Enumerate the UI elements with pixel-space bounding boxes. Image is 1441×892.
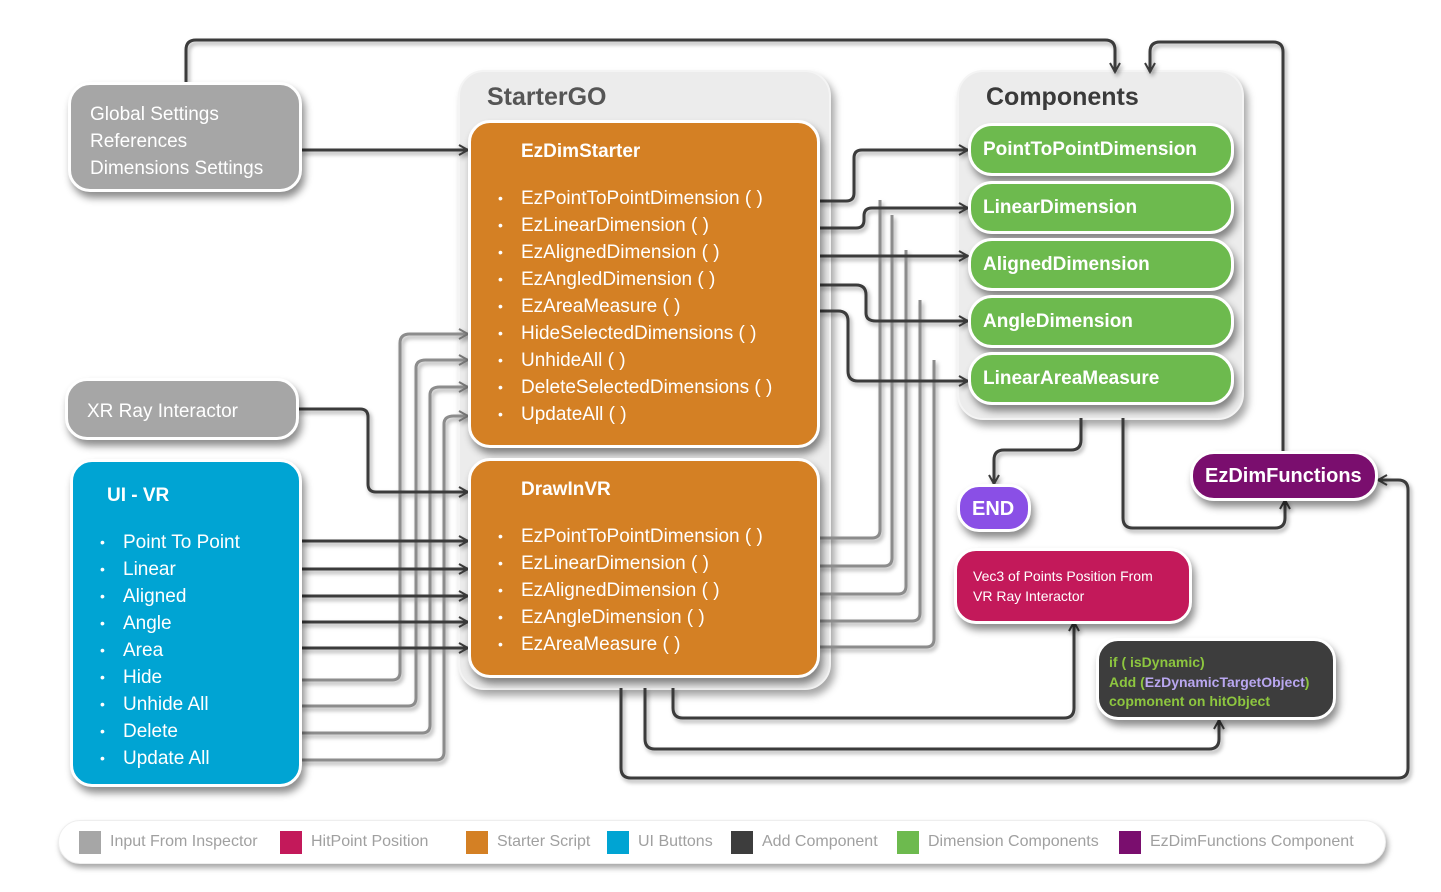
add-component-line-3: copmonent on hitObject	[1109, 693, 1270, 709]
legend-swatch-dimension	[897, 830, 919, 854]
ui-button-linear[interactable]: Linear	[73, 556, 299, 583]
hitpoint-line-1: Vec3 of Points Position From	[973, 568, 1153, 584]
wire-delete	[300, 387, 468, 735]
add-component-line-2: Add (EzDynamicTargetObject)	[1109, 673, 1333, 693]
add-component-box: if ( isDynamic) Add (EzDynamicTargetObje…	[1096, 638, 1336, 720]
legend-swatch-functions	[1119, 830, 1141, 854]
ui-button-delete[interactable]: Delete	[73, 718, 299, 745]
method-vr-point-to-point: EzPointToPointDimension ( )	[471, 523, 817, 550]
starter-go-title: StarterGO	[487, 83, 607, 111]
component-angle-label: AngleDimension	[983, 311, 1133, 332]
method-vr-aligned: EzAlignedDimension ( )	[471, 577, 817, 604]
dimensions-settings-label: Dimensions Settings	[90, 158, 264, 179]
legend-label-functions: EzDimFunctions Component	[1150, 833, 1354, 850]
xr-ray-interactor-label: XR Ray Interactor	[87, 401, 238, 422]
ez-dim-starter-title: EzDimStarter	[521, 141, 641, 162]
wire-components-end	[994, 418, 1083, 484]
method-vr-area: EzAreaMeasure ( )	[471, 631, 817, 658]
legend-item-hitpoint: HitPoint Position	[280, 830, 428, 854]
component-linear-area: LinearAreaMeasure	[968, 352, 1234, 405]
references-label: References	[90, 131, 188, 152]
method-ez-point-to-point: EzPointToPointDimension ( )	[471, 185, 817, 212]
method-ez-angled: EzAngledDimension ( )	[471, 266, 817, 293]
ez-dim-starter-methods: EzPointToPointDimension ( ) EzLinearDime…	[471, 185, 817, 428]
legend-item-add-component: Add Component	[731, 830, 878, 854]
component-point-to-point: PointToPointDimension	[968, 123, 1234, 176]
method-ez-linear: EzLinearDimension ( )	[471, 212, 817, 239]
wire-xr-drawvr	[297, 407, 468, 492]
components-title: Components	[986, 83, 1139, 111]
legend-label-dimension: Dimension Components	[928, 833, 1099, 850]
legend-label-ui: UI Buttons	[638, 833, 713, 850]
draw-in-vr-title: DrawInVR	[521, 479, 611, 500]
ui-vr-button-list: Point To Point Linear Aligned Angle Area…	[73, 529, 299, 772]
legend: Input From Inspector HitPoint Position S…	[58, 820, 1386, 864]
component-linear-label: LinearDimension	[983, 197, 1138, 218]
wire-drawvr-4	[818, 300, 922, 623]
wire-hide	[300, 334, 468, 682]
end-node: END	[957, 484, 1031, 532]
component-linear-area-label: LinearAreaMeasure	[983, 368, 1160, 389]
ui-button-area[interactable]: Area	[73, 637, 299, 664]
legend-label-starter: Starter Script	[497, 833, 591, 850]
wire-starter-linear	[818, 208, 968, 230]
legend-item-input: Input From Inspector	[79, 830, 258, 854]
global-settings-label: Global Settings	[90, 104, 219, 125]
draw-in-vr-methods: EzPointToPointDimension ( ) EzLinearDime…	[471, 523, 817, 658]
ez-dim-functions-node: EzDimFunctions	[1190, 451, 1378, 501]
legend-label-input: Input From Inspector	[110, 833, 258, 850]
method-delete-selected: DeleteSelectedDimensions ( )	[471, 374, 817, 401]
hitpoint-position-box: Vec3 of Points Position From VR Ray Inte…	[954, 548, 1192, 624]
wire-drawvr-5	[818, 360, 936, 649]
component-aligned-label: AlignedDimension	[983, 254, 1150, 275]
legend-item-starter: Starter Script	[466, 830, 590, 854]
component-linear: LinearDimension	[968, 181, 1234, 234]
ez-dynamic-target-object: EzDynamicTargetObject	[1144, 673, 1305, 690]
ui-button-angle[interactable]: Angle	[73, 610, 299, 637]
legend-swatch-input	[79, 830, 101, 854]
ez-dim-functions-label: EzDimFunctions	[1205, 465, 1362, 487]
ui-button-unhide-all[interactable]: Unhide All	[73, 691, 299, 718]
wire-update	[300, 416, 468, 762]
legend-item-functions: EzDimFunctions Component	[1119, 830, 1354, 854]
legend-swatch-add-component	[731, 830, 753, 854]
component-aligned: AlignedDimension	[968, 238, 1234, 291]
component-point-to-point-label: PointToPointDimension	[983, 139, 1197, 160]
ui-button-aligned[interactable]: Aligned	[73, 583, 299, 610]
ui-button-update-all[interactable]: Update All	[73, 745, 299, 772]
legend-label-hitpoint: HitPoint Position	[311, 833, 429, 850]
method-hide-selected: HideSelectedDimensions ( )	[471, 320, 817, 347]
ui-vr-box: UI - VR Point To Point Linear Aligned An…	[70, 459, 302, 787]
ui-button-point-to-point[interactable]: Point To Point	[73, 529, 299, 556]
wire-starter-ptp	[818, 150, 968, 203]
method-vr-linear: EzLinearDimension ( )	[471, 550, 817, 577]
wire-starter-angle	[818, 283, 968, 321]
hitpoint-line-2: VR Ray Interactor	[973, 588, 1085, 604]
ui-vr-title: UI - VR	[107, 485, 170, 506]
method-ez-area: EzAreaMeasure ( )	[471, 293, 817, 320]
legend-swatch-ui	[607, 830, 629, 854]
legend-label-add-component: Add Component	[762, 833, 878, 850]
method-ez-aligned: EzAlignedDimension ( )	[471, 239, 817, 266]
add-suffix: )	[1304, 673, 1310, 690]
ez-dim-starter-box: EzDimStarter EzPointToPointDimension ( )…	[468, 120, 820, 448]
wire-drawvr-3	[818, 250, 908, 596]
legend-swatch-hitpoint	[280, 830, 302, 854]
method-unhide-all: UnhideAll ( )	[471, 347, 817, 374]
global-settings-box: Global Settings References Dimensions Se…	[68, 82, 302, 192]
method-vr-angle: EzAngleDimension ( )	[471, 604, 817, 631]
component-angle: AngleDimension	[968, 295, 1234, 348]
ui-button-hide[interactable]: Hide	[73, 664, 299, 691]
wire-unhide	[300, 360, 468, 708]
add-prefix: Add (	[1109, 673, 1145, 690]
end-label: END	[972, 498, 1015, 520]
xr-ray-interactor-box: XR Ray Interactor	[65, 378, 299, 440]
add-component-line-1: if ( isDynamic)	[1109, 654, 1205, 670]
legend-swatch-starter	[466, 830, 488, 854]
method-update-all: UpdateAll ( )	[471, 401, 817, 428]
legend-item-dimension: Dimension Components	[897, 830, 1099, 854]
legend-item-ui: UI Buttons	[607, 830, 713, 854]
draw-in-vr-box: DrawInVR EzPointToPointDimension ( ) EzL…	[468, 458, 820, 678]
wire-starter-area	[818, 309, 968, 381]
